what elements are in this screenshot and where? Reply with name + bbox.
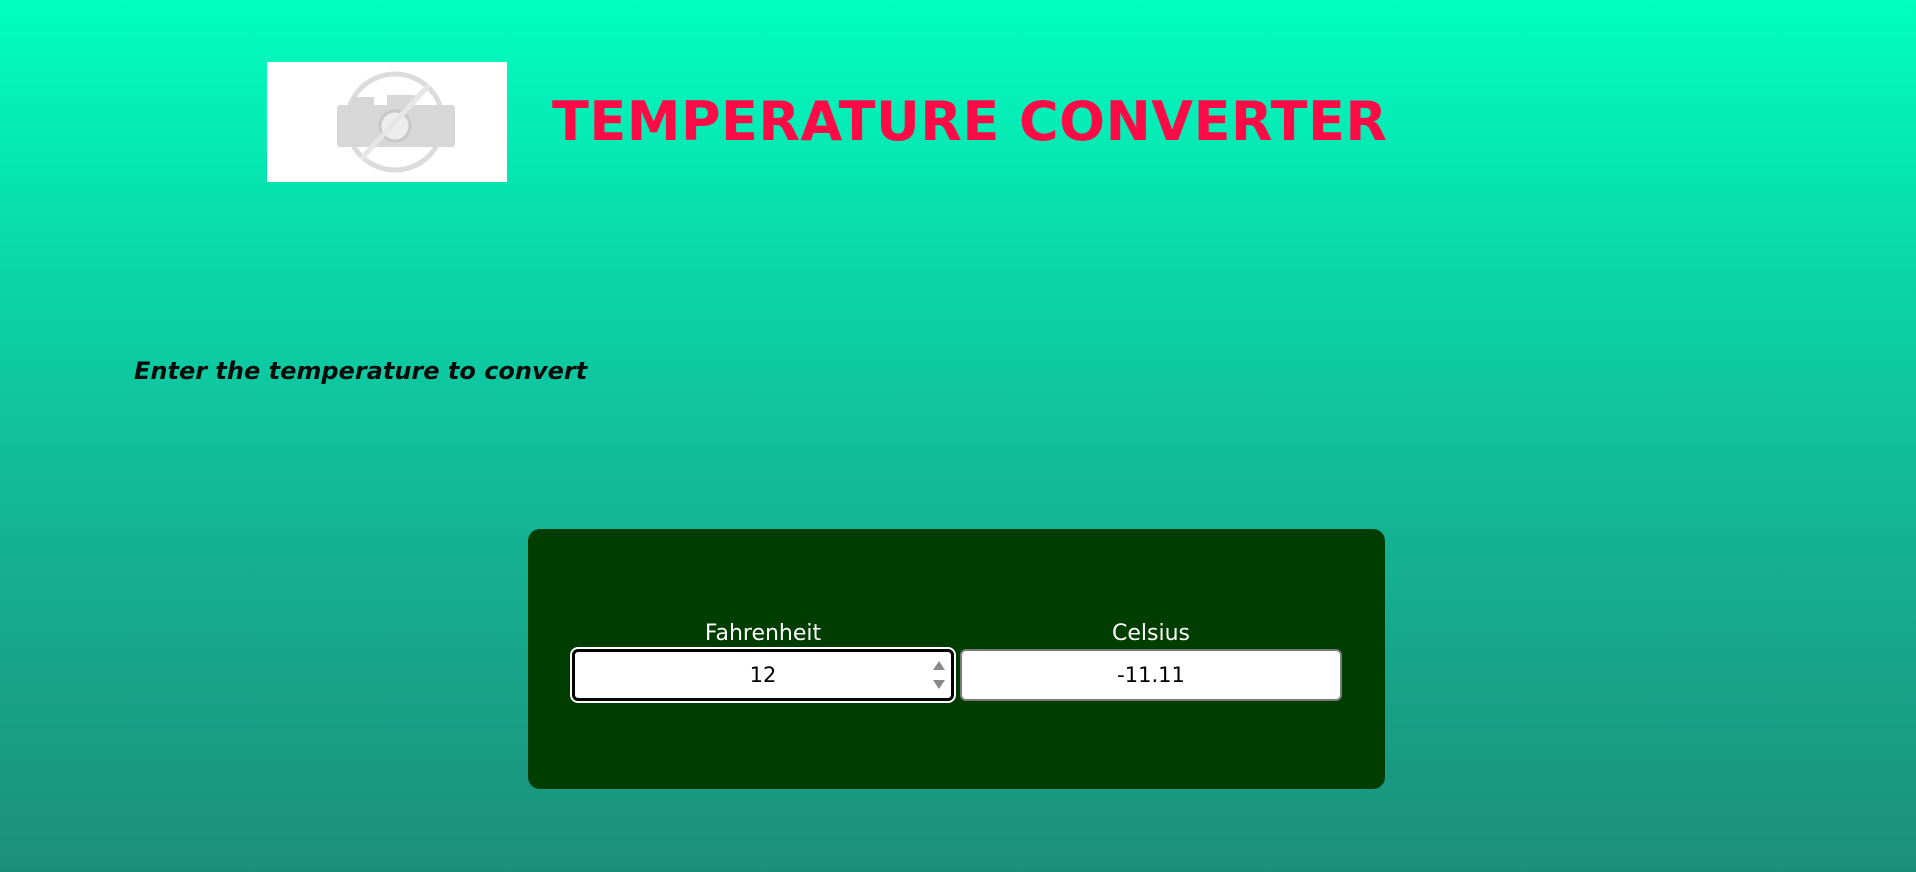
celsius-label: Celsius	[1112, 621, 1190, 646]
spin-down-icon[interactable]	[933, 680, 945, 689]
celsius-input[interactable]	[960, 649, 1342, 701]
fahrenheit-input-wrapper	[572, 649, 954, 701]
fahrenheit-field: Fahrenheit	[572, 619, 954, 701]
page-title: TEMPERATURE CONVERTER	[552, 90, 1388, 153]
celsius-input-wrapper	[960, 649, 1342, 701]
number-spinner[interactable]	[932, 661, 946, 689]
spin-up-icon[interactable]	[933, 661, 945, 670]
instruction-text: Enter the temperature to convert	[134, 357, 588, 385]
celsius-field: Celsius	[960, 619, 1342, 701]
camera-icon	[337, 71, 455, 173]
fahrenheit-input[interactable]	[572, 649, 954, 701]
logo-image	[267, 62, 507, 182]
converter-panel: Fahrenheit Celsius	[528, 529, 1385, 789]
fahrenheit-label: Fahrenheit	[704, 621, 822, 646]
